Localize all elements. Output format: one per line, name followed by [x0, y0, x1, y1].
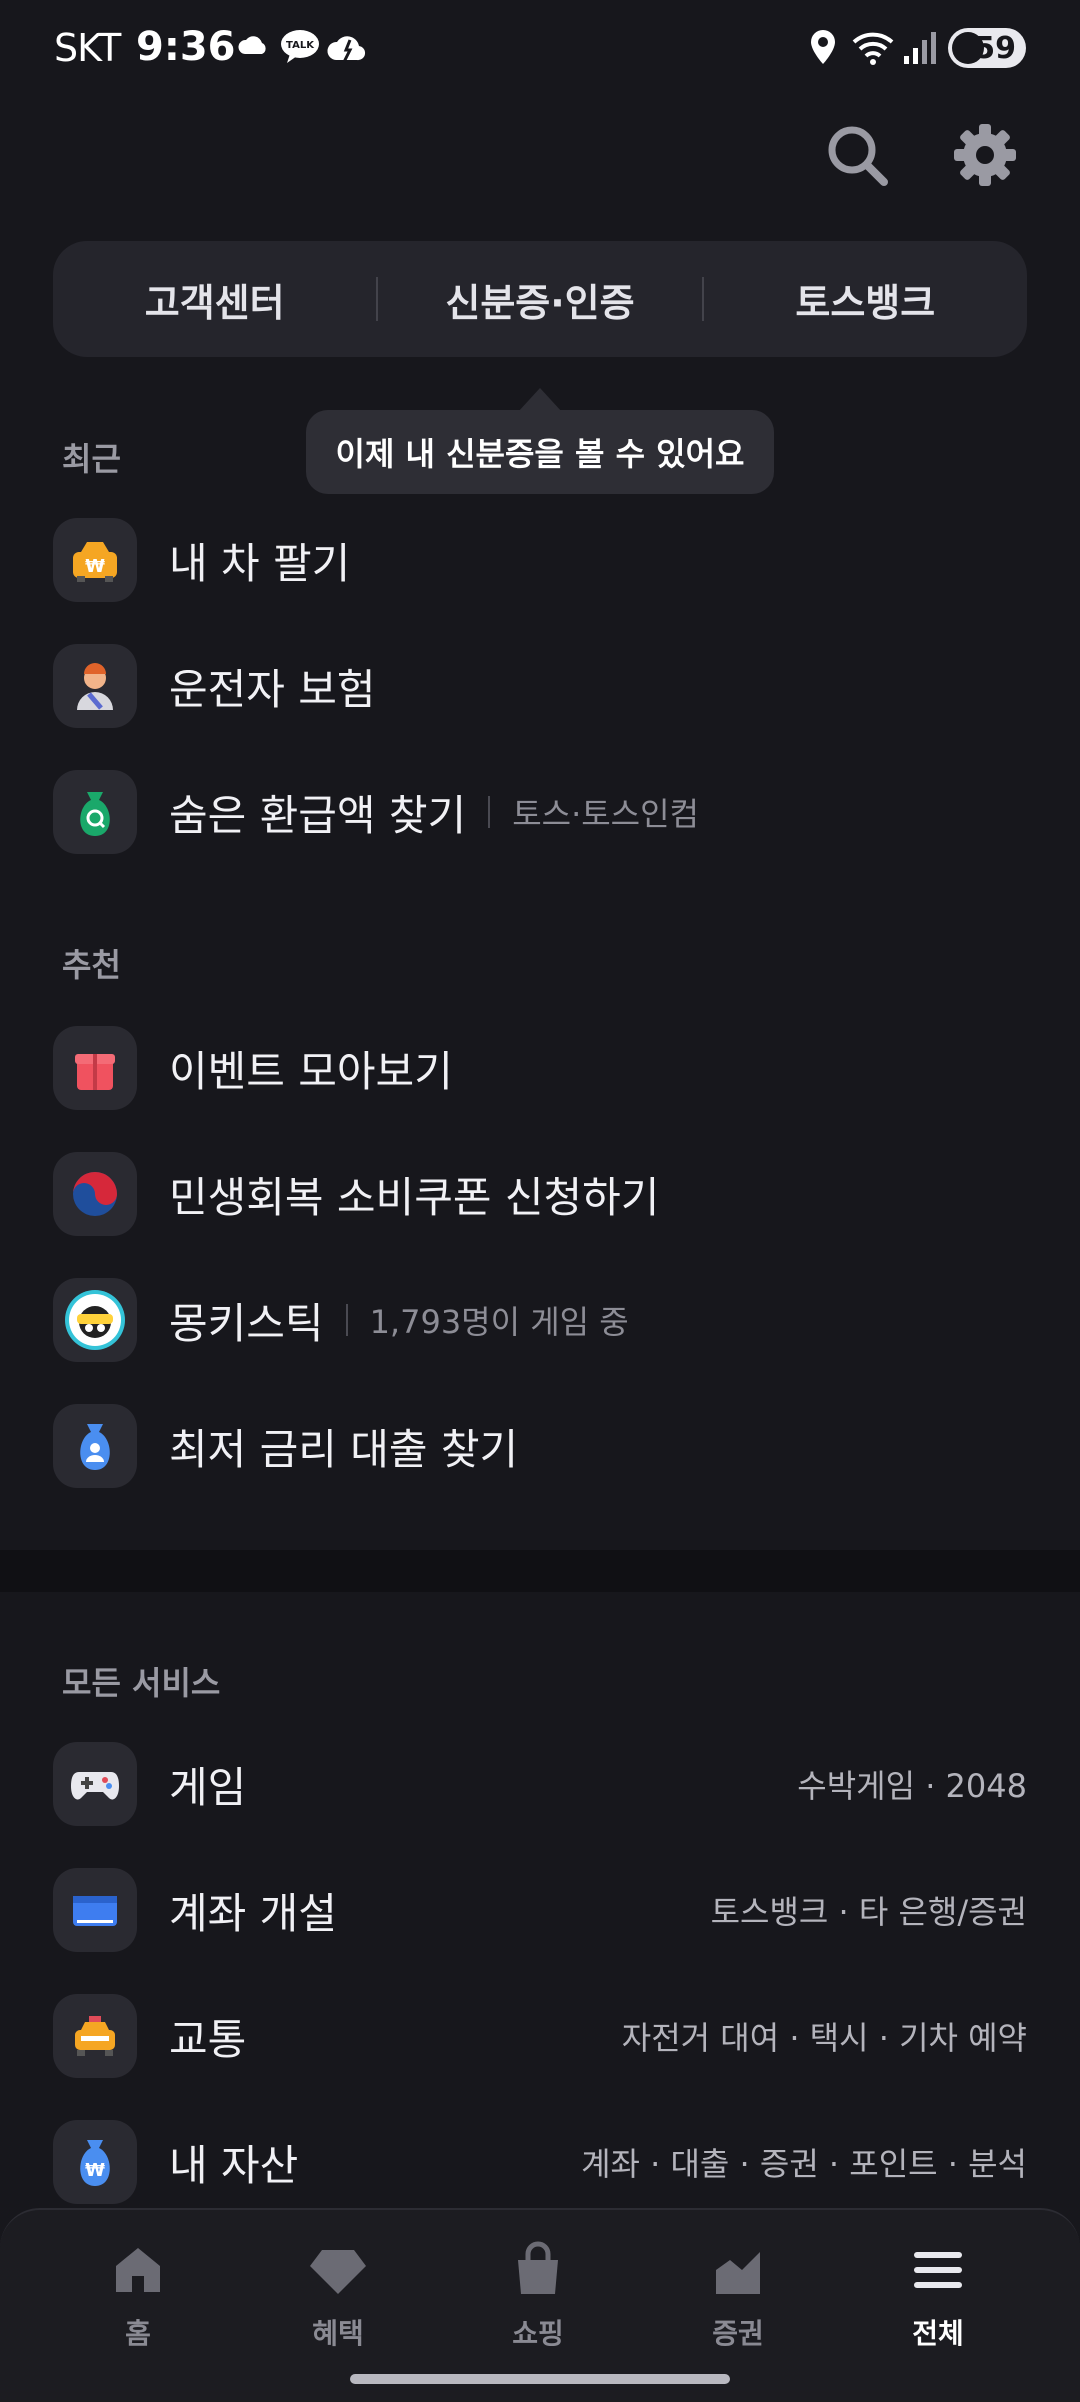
carrier-label: SKT: [54, 26, 121, 70]
list-item-detail: 자전거 대여 · 택시 · 기차 예약: [621, 2019, 1027, 2057]
list-item[interactable]: 운전자 보험: [53, 644, 1027, 728]
list-item-label: 이벤트 모아보기: [169, 1046, 453, 1096]
quick-links-bar: 고객센터 신분증·인증 토스뱅크: [53, 241, 1027, 357]
taegeuk-icon: [53, 1152, 137, 1236]
money-bag-search-icon: [53, 770, 137, 854]
list-item-label: 숨은 환급액 찾기: [169, 790, 467, 840]
list-item-label: 게임: [169, 1762, 247, 1812]
list-item-label: 교통: [169, 2014, 247, 2064]
shopping-bag-icon: [518, 2241, 558, 2294]
tooltip-arrow: [518, 388, 562, 412]
list-item-detail: 계좌 · 대출 · 증권 · 포인트 · 분석: [581, 2145, 1027, 2183]
list-item[interactable]: 최저 금리 대출 찾기: [53, 1404, 1027, 1488]
location-icon: [811, 30, 835, 64]
battery-indicator: 59: [948, 28, 1026, 68]
nav-label: 쇼핑: [512, 2317, 564, 2350]
list-item-sub: 1,793명이 게임 중: [369, 1303, 629, 1341]
toss-bank-button[interactable]: 토스뱅크: [704, 272, 1027, 327]
list-item[interactable]: 게임 수박게임 · 2048: [53, 1742, 1027, 1826]
separator: [345, 1304, 348, 1336]
customer-center-button[interactable]: 고객센터: [53, 272, 376, 327]
taxi-icon: [53, 1994, 137, 2078]
section-title-all-services: 모든 서비스: [62, 1664, 221, 1702]
section-title-recent: 최근: [62, 440, 121, 478]
separator: [488, 796, 491, 828]
list-item[interactable]: ₩ 내 자산 계좌 · 대출 · 증권 · 포인트 · 분석: [53, 2120, 1027, 2204]
battery-saver-icon: [952, 32, 984, 64]
list-item[interactable]: 숨은 환급액 찾기 토스·토스인컴: [53, 770, 1027, 854]
list-item[interactable]: 이벤트 모아보기: [53, 1026, 1027, 1110]
nav-benefits[interactable]: 혜택: [278, 2240, 398, 2352]
loan-bag-icon: [53, 1404, 137, 1488]
list-item[interactable]: 교통 자전거 대여 · 택시 · 기차 예약: [53, 1994, 1027, 2078]
chart-icon: [716, 2252, 760, 2294]
driver-icon: [53, 644, 137, 728]
gamepad-icon: [53, 1742, 137, 1826]
list-item-detail: 토스뱅크 · 타 은행/증권: [710, 1893, 1027, 1931]
nav-label: 혜택: [312, 2317, 364, 2350]
section-divider: [0, 1550, 1080, 1592]
list-item[interactable]: 몽키스틱 1,793명이 게임 중: [53, 1278, 1027, 1362]
nav-shopping[interactable]: 쇼핑: [478, 2240, 598, 2352]
list-item[interactable]: ₩ 내 차 팔기: [53, 518, 1027, 602]
talk-icon: TALK: [281, 30, 319, 63]
nav-label: 홈: [125, 2317, 151, 2350]
bottom-navigation: 홈 혜택 쇼핑 증권 전체: [0, 2208, 1080, 2402]
list-item-label: 최저 금리 대출 찾기: [169, 1424, 519, 1474]
svg-text:TALK: TALK: [286, 40, 315, 51]
status-bar: SKT 9:36 TALK 59: [0, 0, 1080, 96]
list-item[interactable]: 계좌 개설 토스뱅크 · 타 은행/증권: [53, 1868, 1027, 1952]
diamond-icon: [310, 2250, 366, 2294]
list-item-label: 계좌 개설: [169, 1888, 337, 1938]
card-icon: [53, 1868, 137, 1952]
signal-icon: [904, 32, 936, 64]
car-won-icon: ₩: [53, 518, 137, 602]
cloud-icon: [238, 36, 266, 54]
monkey-icon: [53, 1278, 137, 1362]
won-bag-icon: ₩: [53, 2120, 137, 2204]
list-item-label: 내 자산: [169, 2140, 299, 2190]
svg-text:₩: ₩: [85, 556, 105, 577]
list-item-label: 내 차 팔기: [169, 538, 351, 588]
menu-icon: [914, 2252, 962, 2288]
list-item-label: 몽키스틱: [169, 1298, 324, 1348]
list-item[interactable]: 민생회복 소비쿠폰 신청하기: [53, 1152, 1027, 1236]
list-item-label: 민생회복 소비쿠폰 신청하기: [169, 1172, 660, 1222]
wifi-icon: [852, 32, 894, 65]
gift-icon: [53, 1026, 137, 1110]
list-item-label: 운전자 보험: [169, 664, 376, 714]
nav-label: 증권: [712, 2317, 764, 2350]
nav-home[interactable]: 홈: [78, 2240, 198, 2352]
nav-all[interactable]: 전체: [878, 2240, 998, 2352]
nav-label: 전체: [912, 2317, 964, 2350]
list-item-sub: 토스·토스인컴: [512, 795, 699, 833]
id-verification-button[interactable]: 신분증·인증: [378, 272, 701, 327]
home-icon: [116, 2248, 160, 2292]
search-icon[interactable]: [822, 120, 892, 190]
clock: 9:36: [136, 24, 236, 70]
section-title-recommend: 추천: [62, 946, 121, 984]
svg-text:₩: ₩: [85, 2160, 105, 2181]
id-tooltip[interactable]: 이제 내 신분증을 볼 수 있어요: [306, 410, 774, 494]
list-item-detail: 수박게임 · 2048: [797, 1767, 1027, 1805]
cloud-icon: [327, 36, 366, 63]
home-indicator[interactable]: [350, 2374, 730, 2384]
nav-stocks[interactable]: 증권: [678, 2240, 798, 2352]
gear-icon[interactable]: [950, 120, 1020, 190]
